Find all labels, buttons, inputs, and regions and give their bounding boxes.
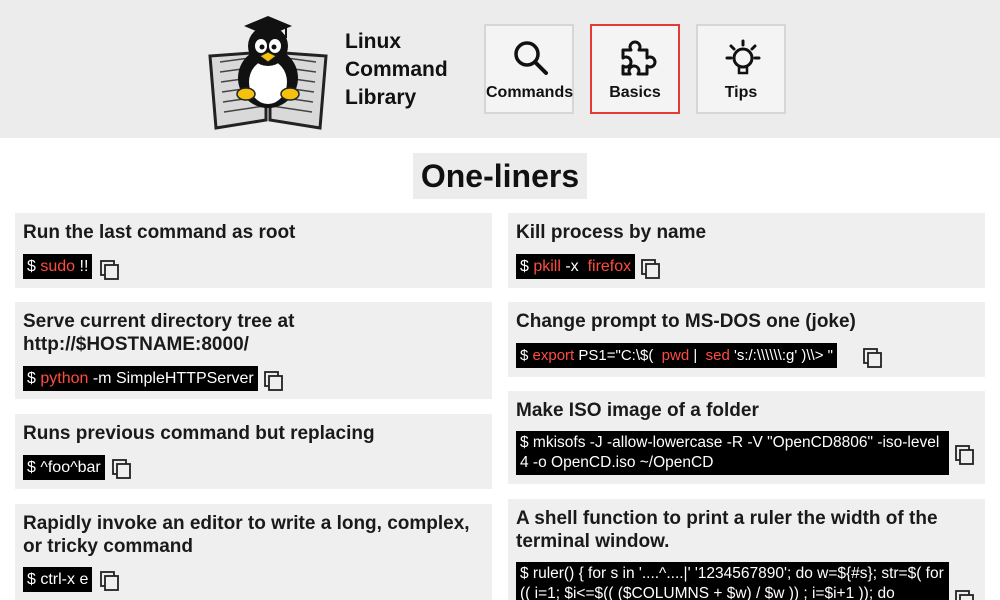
copy-icon[interactable] [640,258,662,280]
command-snippet[interactable]: $ mkisofs -J -allow-lowercase -R -V "Ope… [516,431,949,475]
one-liner-card: A shell function to print a ruler the wi… [508,499,985,600]
one-liner-card: Rapidly invoke an editor to write a long… [15,504,492,600]
nav-basics-label: Basics [609,84,661,101]
one-liner-card: Run the last command as root $ sudo !! [15,213,492,288]
section-title: One-liners [413,153,587,199]
nav-commands-label: Commands [486,84,574,101]
copy-icon[interactable] [862,347,884,369]
one-liner-card: Kill process by name $ pkill -x firefox [508,213,985,288]
card-title: Make ISO image of a folder [516,400,759,421]
command-snippet[interactable]: $ pkill -x firefox [516,254,636,279]
card-title: Serve current directory tree at http://$… [23,311,295,355]
one-liner-card: Serve current directory tree at http://$… [15,302,492,399]
lightbulb-icon [725,39,761,75]
copy-icon[interactable] [954,589,976,600]
nav-tips-button[interactable]: Tips [696,24,786,114]
nav-tips-label: Tips [724,84,758,101]
copy-icon[interactable] [263,370,285,392]
card-title: Kill process by name [516,222,707,243]
app-title-line: Library [345,86,417,109]
nav-commands-button[interactable]: Commands [484,24,574,114]
card-title: Run the last command as root [23,222,296,243]
app-title-line: Linux [345,30,401,53]
one-liner-card: Change prompt to MS-DOS one (joke) $ exp… [508,302,985,377]
card-title: Change prompt to MS-DOS one (joke) [516,311,856,332]
command-snippet[interactable]: $ export PS1="C:\$( pwd | sed 's:/:\\\\\… [516,343,837,368]
one-liner-card: Make ISO image of a folder $ mkisofs -J … [508,391,985,484]
card-title: Runs previous command but replacing [23,423,375,444]
app-title-line: Command [345,58,448,81]
copy-icon[interactable] [954,444,976,466]
card-title: A shell function to print a ruler the wi… [516,508,938,552]
command-snippet[interactable]: $ ruler() { for s in '....^....|' '12345… [516,562,949,600]
command-snippet[interactable]: $ ctrl-x e [23,567,93,592]
copy-icon[interactable] [99,570,121,592]
app-logo[interactable] [206,8,330,132]
copy-icon[interactable] [99,259,121,281]
search-icon [514,41,548,75]
app-header: Linux Command Library Commands Basics Ti… [0,0,1000,138]
one-liner-card: Runs previous command but replacing $ ^f… [15,414,492,489]
command-snippet[interactable]: $ sudo !! [23,254,93,279]
card-title: Rapidly invoke an editor to write a long… [23,513,470,557]
command-snippet[interactable]: $ ^foo^bar [23,455,105,480]
app-title: Linux Command Library [345,28,475,112]
command-snippet[interactable]: $ python -m SimpleHTTPServer [23,366,258,391]
nav-basics-button[interactable]: Basics [590,24,680,114]
puzzle-icon [621,40,657,76]
copy-icon[interactable] [111,458,133,480]
